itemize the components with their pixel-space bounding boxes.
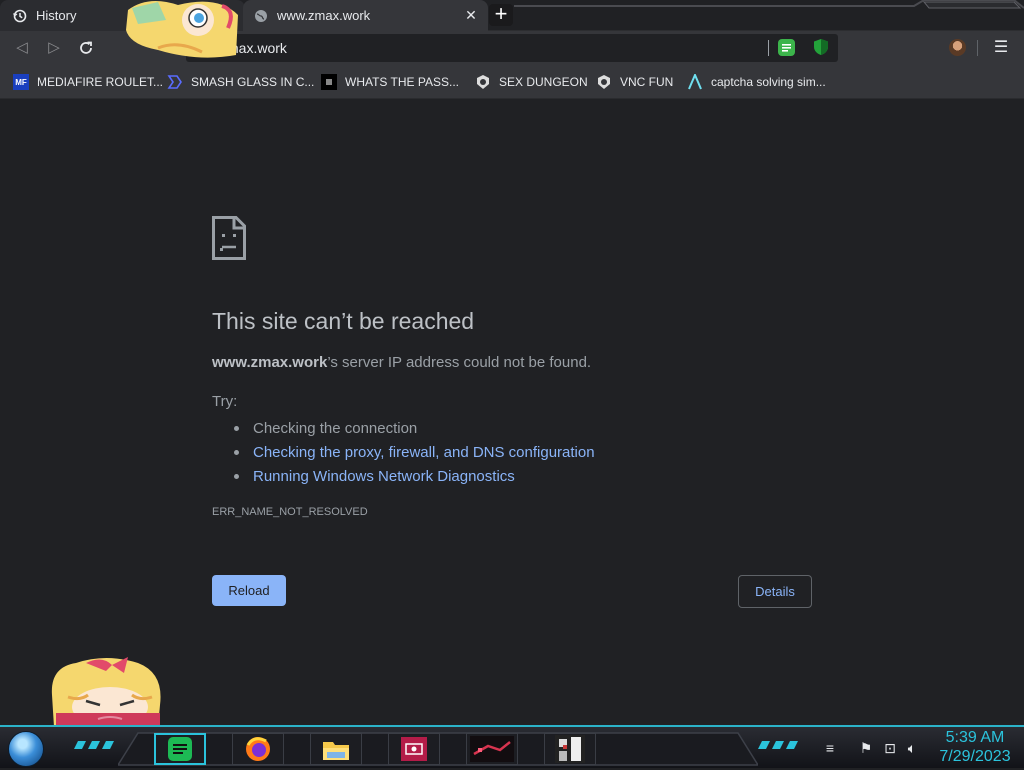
error-code: ERR_NAME_NOT_RESOLVED xyxy=(212,506,368,518)
divider xyxy=(977,40,978,56)
bracket-icon xyxy=(167,74,183,90)
media-app-icon[interactable] xyxy=(388,733,440,765)
address-bar[interactable]: zmax.work xyxy=(186,34,838,62)
suggestion-item: Checking the connection xyxy=(212,416,595,440)
taskbar-decoration xyxy=(74,741,114,749)
bookmark-label: captcha solving sim... xyxy=(711,75,826,89)
error-host: www.zmax.work xyxy=(212,354,328,371)
bookmark-item[interactable]: MF MEDIAFIRE ROULET... xyxy=(13,71,163,93)
taskbar-decoration xyxy=(758,741,798,749)
clock-date[interactable]: 7/29/2023 xyxy=(935,748,1015,766)
tab-strip-decoration xyxy=(514,0,1024,9)
bookmark-item[interactable]: VNC FUN xyxy=(596,71,673,93)
suggestion-link-proxy[interactable]: Checking the proxy, firewall, and DNS co… xyxy=(212,440,595,464)
reload-button[interactable]: Reload xyxy=(212,575,286,606)
sad-page-icon xyxy=(212,216,246,260)
volume-icon[interactable]: 🔈︎ xyxy=(904,740,920,756)
shield-extension-icon[interactable] xyxy=(813,38,829,56)
tab-label: History xyxy=(36,8,77,23)
anime-sticker-top xyxy=(126,1,238,58)
back-icon[interactable]: ◁ xyxy=(11,37,33,59)
bookmark-label: MEDIAFIRE ROULET... xyxy=(37,75,164,89)
bookmark-label: SMASH GLASS IN C... xyxy=(191,75,315,89)
bookmark-label: WHATS THE PASS... xyxy=(345,75,460,89)
taskbar: ≡ ⚑ ⊡ 🔈︎ 5:39 AM 7/29/2023 xyxy=(0,725,1024,768)
reload-icon[interactable] xyxy=(75,37,97,59)
dark-square-icon xyxy=(321,74,337,90)
new-tab-button[interactable]: + xyxy=(489,3,513,26)
bookmark-item[interactable]: SEX DUNGEON xyxy=(475,71,588,93)
bookmark-gear-icon xyxy=(475,74,491,90)
forward-icon[interactable]: ▷ xyxy=(43,37,65,59)
globe-icon xyxy=(253,8,269,24)
bookmarks-bar: MF MEDIAFIRE ROULET... SMASH GLASS IN C.… xyxy=(0,65,1024,99)
profile-avatar[interactable] xyxy=(949,39,966,56)
pixel-app-icon[interactable] xyxy=(544,733,596,765)
bookmark-item[interactable]: SMASH GLASS IN C... xyxy=(167,71,314,93)
bookmark-gear-icon xyxy=(596,74,612,90)
divider xyxy=(768,40,769,56)
network-icon[interactable]: ⊡ xyxy=(882,740,898,756)
anime-sticker-bottom xyxy=(51,657,161,727)
flag-icon[interactable]: ⚑ xyxy=(858,740,874,756)
error-page: This site can’t be reached www.zmax.work… xyxy=(0,100,1024,725)
mediafire-icon: MF xyxy=(13,74,29,90)
bookmark-label: SEX DUNGEON xyxy=(499,75,588,89)
error-description: www.zmax.work’s server IP address could … xyxy=(212,354,591,371)
taskview-icon[interactable]: ≡ xyxy=(822,740,838,756)
suggestion-list: Checking the connection Checking the pro… xyxy=(212,416,595,488)
game-app-icon[interactable] xyxy=(466,733,518,765)
clock-time[interactable]: 5:39 AM xyxy=(935,729,1015,747)
suggestion-link-diagnostics[interactable]: Running Windows Network Diagnostics xyxy=(212,464,595,488)
menu-icon[interactable]: ☰ xyxy=(993,37,1009,59)
history-icon xyxy=(12,8,28,24)
close-icon[interactable]: ✕ xyxy=(464,8,478,22)
try-label: Try: xyxy=(212,393,238,410)
page-title: This site can’t be reached xyxy=(212,308,475,334)
chat-extension-icon[interactable] xyxy=(778,39,795,56)
tab-label: www.zmax.work xyxy=(277,8,371,23)
tab-zmax[interactable]: www.zmax.work ✕ xyxy=(243,0,488,31)
bookmark-item[interactable]: captcha solving sim... xyxy=(687,71,826,93)
firefox-icon[interactable] xyxy=(232,733,284,765)
spotify-icon[interactable] xyxy=(154,733,206,765)
system-tray: ≡ ⚑ ⊡ 🔈︎ xyxy=(820,727,930,770)
error-desc-text: ’s server IP address could not be found. xyxy=(327,354,592,371)
bookmark-label: VNC FUN xyxy=(620,75,674,89)
file-explorer-icon[interactable] xyxy=(310,733,362,765)
details-button[interactable]: Details xyxy=(738,575,812,608)
arrow-a-icon xyxy=(687,74,703,90)
start-button[interactable] xyxy=(8,731,44,767)
bookmark-item[interactable]: WHATS THE PASS... xyxy=(321,71,459,93)
